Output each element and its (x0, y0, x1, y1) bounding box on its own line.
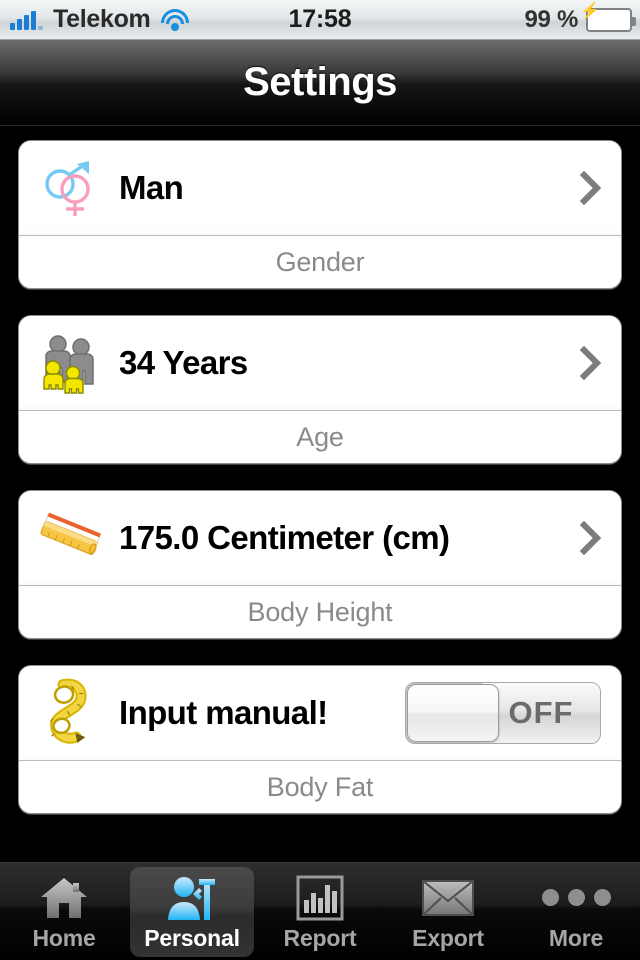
setting-card-body-fat[interactable]: Input manual! OFF Body Fat (18, 665, 622, 814)
tab-more[interactable]: More (512, 863, 640, 960)
measuring-tape-icon (33, 677, 105, 749)
toggle-track-off: OFF (482, 683, 600, 743)
setting-card-body-height[interactable]: 175.0 Centimeter (cm) Body Height (18, 490, 622, 639)
gender-symbols-icon (33, 152, 105, 224)
tab-home[interactable]: Home (0, 863, 128, 960)
tab-report[interactable]: Report (256, 863, 384, 960)
phone-screen: Telekom 17:58 99 % ⚡ Settings Man Gender… (0, 0, 640, 960)
envelope-icon (421, 872, 475, 924)
chevron-right-icon[interactable] (573, 521, 609, 555)
setting-value-body-height: 175.0 Centimeter (cm) (119, 519, 450, 556)
setting-value-body-fat: Input manual! (119, 694, 328, 731)
setting-card-age[interactable]: 34 Years Age (18, 315, 622, 464)
tab-label-report: Report (283, 924, 357, 951)
setting-label-age: Age (19, 411, 621, 463)
ruler-icon (33, 502, 105, 574)
setting-row-body-fat[interactable]: Input manual! OFF (19, 666, 621, 760)
navigation-bar: Settings (0, 40, 640, 126)
page-title: Settings (243, 60, 397, 104)
setting-value-gender: Man (119, 169, 184, 206)
tab-bar: Home Personal Report Export More (0, 862, 640, 960)
family-group-icon (33, 327, 105, 399)
chevron-right-icon[interactable] (573, 171, 609, 205)
toggle-knob[interactable] (407, 684, 499, 742)
bar-chart-icon (296, 872, 344, 924)
house-icon (39, 872, 89, 924)
status-bar: Telekom 17:58 99 % ⚡ (0, 0, 640, 40)
tab-label-export: Export (412, 924, 484, 951)
person-tools-icon (165, 872, 219, 924)
setting-row-gender[interactable]: Man (19, 141, 621, 235)
setting-row-body-height[interactable]: 175.0 Centimeter (cm) (19, 491, 621, 585)
tab-label-home: Home (32, 924, 96, 951)
toggle-state-label: OFF (508, 695, 574, 730)
setting-value-age: 34 Years (119, 344, 248, 381)
setting-card-gender[interactable]: Man Gender (18, 140, 622, 289)
setting-label-body-height: Body Height (19, 586, 621, 638)
tab-export[interactable]: Export (384, 863, 512, 960)
battery-charging-icon: ⚡ (580, 3, 636, 32)
setting-row-age[interactable]: 34 Years (19, 316, 621, 410)
tab-label-personal: Personal (144, 924, 240, 951)
setting-label-body-fat: Body Fat (19, 761, 621, 813)
setting-label-gender: Gender (19, 236, 621, 288)
status-bar-clock: 17:58 (288, 5, 352, 33)
settings-list: Man Gender 34 Years Age 175.0 Centimeter… (0, 126, 640, 814)
tab-label-more: More (548, 924, 604, 951)
ellipsis-icon (541, 872, 611, 924)
tab-personal[interactable]: Personal (128, 863, 256, 960)
body-fat-toggle-switch[interactable]: OFF (405, 682, 601, 744)
chevron-right-icon[interactable] (573, 346, 609, 380)
